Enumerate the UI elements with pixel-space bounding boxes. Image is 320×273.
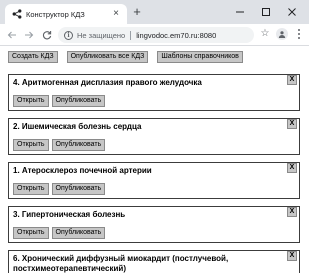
card-actions: Открыть Опубликовать <box>13 227 108 239</box>
forward-arrow-icon[interactable] <box>22 28 36 42</box>
share-nodes-icon <box>12 9 22 19</box>
bookmark-star-icon[interactable]: ☆ <box>259 27 271 41</box>
profile-avatar-icon[interactable] <box>276 28 288 40</box>
info-icon[interactable]: i <box>64 30 73 40</box>
publish-all-kdz-button[interactable]: Опубликовать все КДЗ <box>66 51 149 63</box>
publish-button[interactable]: Опубликовать <box>51 95 106 107</box>
open-button[interactable]: Открыть <box>13 95 49 107</box>
maximize-icon[interactable] <box>259 5 273 19</box>
kdz-card: 4. Аритмогенная дисплазия правого желудо… <box>8 74 300 111</box>
kdz-card: 3. Гипертоническая болезнь X Открыть Опу… <box>8 206 300 243</box>
security-status: Не защищено <box>77 30 126 40</box>
delete-card-button[interactable]: X <box>287 75 297 85</box>
card-actions: Открыть Опубликовать <box>13 183 108 195</box>
kdz-card-title: 1. Атеросклероз почечной артерии <box>13 166 152 175</box>
kdz-card: 2. Ишемическая болезнь сердца X Открыть … <box>8 118 300 155</box>
url-text[interactable]: lingvodoc.em70.ru:8080 <box>136 31 216 40</box>
kdz-card-title: 3. Гипертоническая болезнь <box>13 210 126 219</box>
delete-card-button[interactable]: X <box>287 251 297 261</box>
kdz-card-title: 4. Аритмогенная дисплазия правого желудо… <box>13 78 202 87</box>
publish-button[interactable]: Опубликовать <box>51 227 106 239</box>
delete-card-button[interactable]: X <box>287 119 297 129</box>
back-arrow-icon[interactable] <box>5 28 19 42</box>
kdz-card-title: 2. Ишемическая болезнь сердца <box>13 122 142 131</box>
tab-close-icon[interactable]: × <box>111 9 121 19</box>
publish-button[interactable]: Опубликовать <box>51 139 106 151</box>
kebab-menu-icon[interactable] <box>295 28 303 40</box>
divider <box>130 30 132 40</box>
delete-card-button[interactable]: X <box>287 163 297 173</box>
kdz-card: 6. Хронический диффузный миокардит (пост… <box>8 250 300 273</box>
card-actions: Открыть Опубликовать <box>13 139 108 151</box>
kdz-card: 1. Атеросклероз почечной артерии X Откры… <box>8 162 300 199</box>
open-button[interactable]: Открыть <box>13 139 49 151</box>
create-kdz-button[interactable]: Создать КДЗ <box>8 51 58 63</box>
publish-button[interactable]: Опубликовать <box>51 183 106 195</box>
kdz-card-title: 6. Хронический диффузный миокардит (пост… <box>13 254 229 273</box>
tab-title: Конструктор КДЗ <box>26 9 85 19</box>
browser-tab[interactable]: Конструктор КДЗ × <box>5 4 127 24</box>
address-bar[interactable]: i Не защищено lingvodoc.em70.ru:8080 <box>58 27 254 43</box>
delete-card-button[interactable]: X <box>287 207 297 217</box>
dictionary-templates-button[interactable]: Шаблоны справочников <box>157 51 243 63</box>
action-bar: Создать КДЗ Опубликовать все КДЗ Шаблоны… <box>8 51 252 63</box>
open-button[interactable]: Открыть <box>13 183 49 195</box>
minimize-icon[interactable] <box>233 5 247 19</box>
reload-icon[interactable] <box>40 28 54 42</box>
window-close-icon[interactable] <box>285 5 299 19</box>
card-actions: Открыть Опубликовать <box>13 95 108 107</box>
open-button[interactable]: Открыть <box>13 227 49 239</box>
new-tab-button[interactable]: + <box>131 5 143 18</box>
tab-strip: Конструктор КДЗ × + <box>0 0 309 24</box>
